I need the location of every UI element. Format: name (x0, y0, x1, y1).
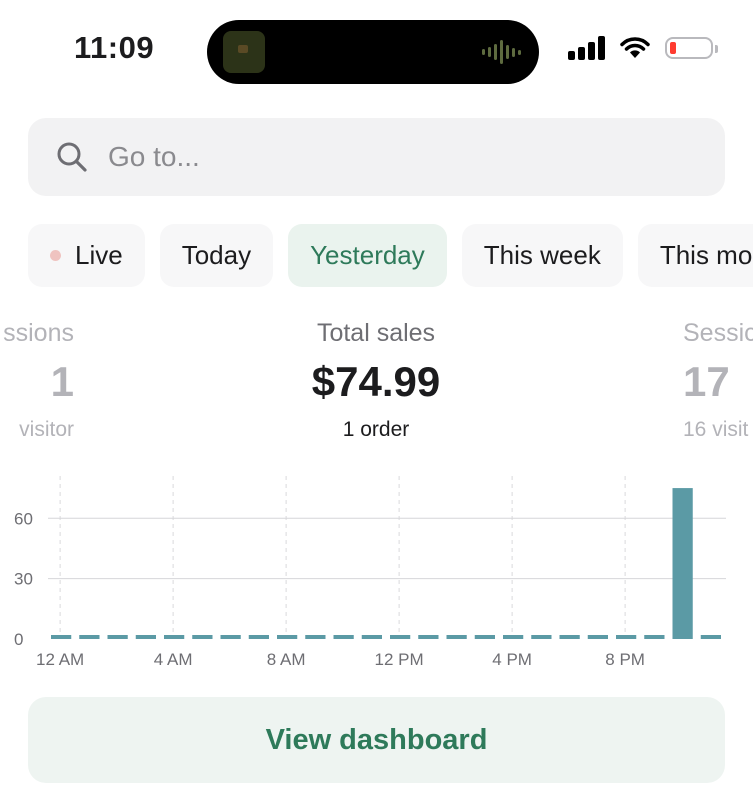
x-tick-label: 4 PM (492, 650, 532, 669)
now-playing-artwork (223, 31, 265, 73)
chart-bar (559, 635, 580, 639)
tab-label: Live (75, 240, 123, 270)
chart-bar (277, 635, 298, 639)
chart-bar (644, 635, 665, 639)
live-dot-icon (50, 250, 61, 261)
chart-bar (616, 635, 637, 639)
chart-bar (474, 635, 495, 639)
x-tick-label: 12 PM (375, 650, 424, 669)
y-tick-label: 30 (14, 570, 33, 589)
metric-sub: 1 order (342, 418, 410, 441)
tab-live[interactable]: Live (28, 224, 145, 287)
metric-card-total-sales[interactable]: Total sales $74.99 1 order (226, 316, 526, 444)
chart-bar (700, 635, 721, 639)
dynamic-island[interactable] (207, 20, 539, 84)
chart-bar (305, 635, 326, 639)
chart-bar (390, 635, 411, 639)
chart-bar (135, 635, 156, 639)
x-tick-label: 4 AM (154, 650, 193, 669)
metric-card-sessions-right[interactable]: Sessic 17 16 visit (683, 316, 753, 444)
metric-label: ssions (3, 319, 74, 347)
chart-bar (587, 635, 608, 639)
metric-sub: visitor (19, 418, 74, 441)
chart-bar (531, 635, 552, 639)
sales-bar-chart: 0 30 60 12 AM 4 AM 8 AM 12 PM 4 PM 8 PM (14, 476, 726, 669)
wifi-icon (620, 37, 650, 58)
date-range-tabs: Live Today Yesterday This week This mon (28, 224, 753, 287)
metric-sub: 16 visit (683, 418, 749, 441)
cellular-signal-icon (568, 36, 605, 60)
y-tick-label: 60 (14, 509, 33, 528)
metric-value: 1 (50, 358, 74, 405)
battery-icon (665, 37, 718, 59)
y-tick-label: 0 (14, 630, 23, 649)
chart-bar (361, 635, 382, 639)
tab-this-week[interactable]: This week (461, 224, 623, 287)
battery-level (670, 42, 676, 54)
chart-bar (79, 635, 100, 639)
metric-label: Sessic (683, 319, 753, 347)
tab-this-month[interactable]: This mon (637, 224, 753, 287)
tab-label: This mon (659, 240, 753, 270)
metric-label: Total sales (316, 319, 436, 347)
chart-bar (192, 635, 213, 639)
chart-bar (672, 488, 693, 639)
tab-label: This week (483, 240, 601, 270)
x-tick-label: 8 PM (605, 650, 645, 669)
chart-bar (418, 635, 439, 639)
sales-chart: 0 30 60 12 AM 4 AM 8 AM 12 PM 4 PM 8 PM (0, 470, 753, 680)
audio-waveform-icon (482, 40, 521, 64)
metric-value: 17 (683, 358, 730, 405)
metric-card-sessions-left[interactable]: ssions 1 visitor (0, 316, 74, 444)
chart-bar (333, 635, 354, 639)
search-bar[interactable] (28, 118, 725, 196)
tab-yesterday[interactable]: Yesterday (288, 224, 447, 287)
metric-value: $74.99 (311, 358, 441, 405)
chart-bar (107, 635, 128, 639)
tab-today[interactable]: Today (159, 224, 274, 287)
x-tick-label: 8 AM (267, 650, 306, 669)
view-dashboard-button[interactable]: View dashboard (28, 697, 725, 783)
search-input[interactable] (106, 140, 670, 174)
chart-bar (220, 635, 241, 639)
chart-bar (51, 635, 72, 639)
tab-label: Yesterday (310, 240, 425, 270)
search-icon (57, 142, 87, 172)
status-time: 11:09 (74, 30, 155, 65)
status-icons (568, 36, 718, 60)
chart-bar (446, 635, 467, 639)
chart-bar (248, 635, 269, 639)
chart-bar (164, 635, 185, 639)
tab-label: Today (181, 240, 252, 270)
x-tick-label: 12 AM (36, 650, 84, 669)
chart-bar (503, 635, 524, 639)
